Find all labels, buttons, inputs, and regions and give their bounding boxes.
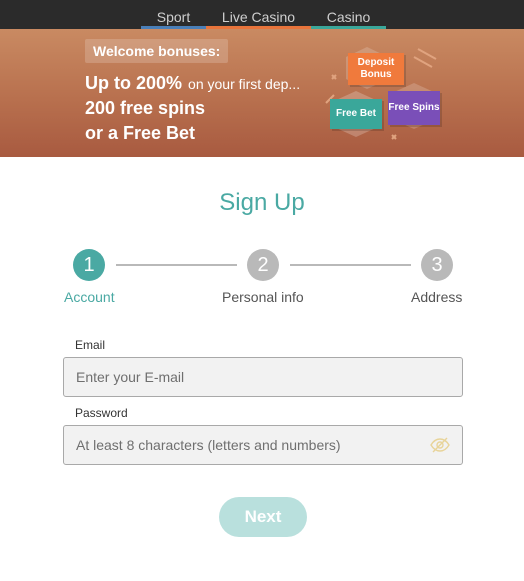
step-3-indicator: 3: [421, 249, 453, 281]
page-title: Sign Up: [219, 189, 305, 216]
top-nav: Sport Live Casino Casino: [0, 0, 524, 29]
tab-live-casino[interactable]: Live Casino: [206, 0, 311, 29]
free-spins-chip: Free Spins: [388, 91, 440, 125]
tab-sport[interactable]: Sport: [141, 0, 206, 29]
step-1-label: Account: [64, 289, 115, 305]
banner-headline-big: Up to 200%: [85, 73, 183, 93]
step-connector-2: [290, 264, 411, 266]
tab-live-casino-label: Live Casino: [221, 9, 296, 25]
step-2-label: Personal info: [222, 289, 304, 305]
next-button[interactable]: Next: [219, 497, 307, 537]
banner-free-bet: or a Free Bet: [85, 123, 196, 143]
promo-illustration: Deposit Bonus Free Bet Free Spins: [322, 43, 452, 143]
step-1-indicator: 1: [73, 249, 105, 281]
tab-casino[interactable]: Casino: [311, 0, 386, 29]
eye-off-icon[interactable]: [429, 436, 451, 454]
banner-headline: Up to 200% on your first dep...: [85, 73, 300, 94]
email-label: Email: [75, 338, 106, 352]
tab-casino-label: Casino: [326, 9, 371, 25]
promo-banner[interactable]: Welcome bonuses: Up to 200% on your first…: [0, 29, 524, 157]
step-2-indicator: 2: [247, 249, 279, 281]
step-connector-1: [116, 264, 237, 266]
password-label: Password: [75, 406, 128, 420]
banner-free-spins: 200 free spins: [85, 98, 206, 118]
password-field[interactable]: [63, 425, 463, 465]
welcome-badge: Welcome bonuses:: [85, 39, 229, 63]
tab-sport-label: Sport: [156, 9, 191, 25]
step-3-label: Address: [411, 289, 463, 305]
email-field[interactable]: [63, 357, 463, 397]
banner-headline-small: on your first dep...: [188, 76, 301, 92]
deposit-bonus-chip: Deposit Bonus: [348, 53, 404, 85]
free-bet-chip: Free Bet: [330, 99, 382, 129]
